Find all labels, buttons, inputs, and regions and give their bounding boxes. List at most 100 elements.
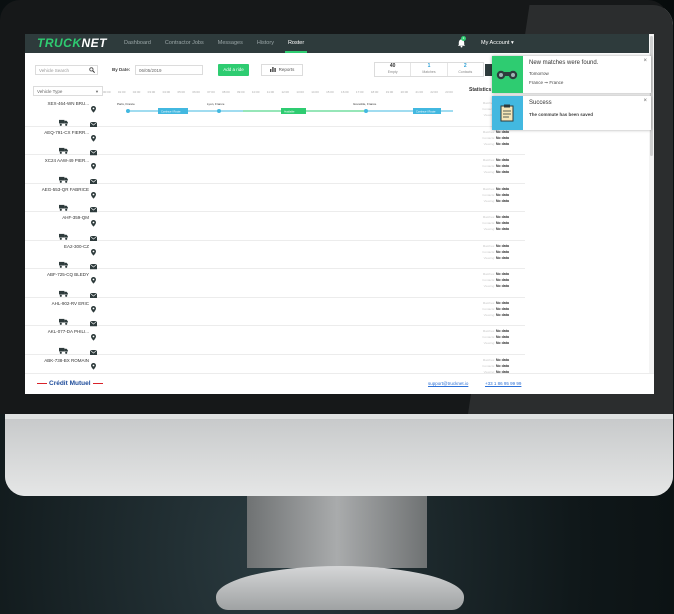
vehicle-name[interactable]: AHF-359-QM xyxy=(37,215,89,220)
row-stat-label: Contacts: xyxy=(482,278,495,282)
row-stat-value: No data xyxy=(495,329,509,333)
map-pin-icon[interactable] xyxy=(91,357,96,370)
date-input[interactable]: 06/05/2019 xyxy=(135,65,203,75)
truck-icon xyxy=(59,284,68,297)
add-ride-button[interactable]: Add a ride xyxy=(218,64,249,76)
map-pin-icon[interactable] xyxy=(91,243,96,256)
timeline-hours: 00:00 01:00 02:00 03:00 04:00 05:00 06:00 07:00… xyxy=(103,90,453,94)
vehicle-name[interactable]: AEQ-791-CX FIERR... xyxy=(37,130,89,135)
row-statistics: Matches: No dataContacts: No dataViewing… xyxy=(469,129,509,147)
row-stat-label: Matches: xyxy=(482,357,495,362)
mail-icon[interactable] xyxy=(89,200,98,213)
row-stat-label: Contacts: xyxy=(482,249,495,254)
mail-icon[interactable] xyxy=(89,171,98,184)
nav-links: Dashboard Contractor Jobs Messages Histo… xyxy=(117,34,311,53)
row-stat-label: Contacts: xyxy=(482,335,495,339)
nav-link-history[interactable]: History xyxy=(250,34,281,53)
stat-value: 1 xyxy=(427,63,431,69)
account-menu[interactable]: My Account ▾ xyxy=(481,34,514,53)
notification-when: Tomorrow xyxy=(529,71,549,76)
map-pin-icon[interactable] xyxy=(91,186,96,199)
search-icon[interactable] xyxy=(89,67,95,73)
row-stat-label: Matches: xyxy=(482,186,495,191)
statistics-header: Statistics xyxy=(469,87,492,93)
row-stat-value: No data xyxy=(495,306,509,311)
hour-tick: 21:00 xyxy=(415,90,423,94)
mail-icon[interactable] xyxy=(89,114,98,127)
bar-chart-icon xyxy=(269,67,276,73)
vehicle-row[interactable]: AHL-902-RV ERIC Matches: No data Contacts:… xyxy=(25,298,525,327)
logo-text: TRUCK xyxy=(37,36,82,50)
vehicle-rows: XEX-464-WN BRU... Paris, France Lyon, Fran… xyxy=(25,98,525,384)
map-pin-icon[interactable] xyxy=(91,328,96,341)
row-statistics: Matches: No dataContacts: No dataViewing… xyxy=(469,300,509,318)
row-stat-value: No data xyxy=(495,164,509,168)
vehicle-row[interactable]: ABF-725-CQ BLEDY Matches: No data Contacts… xyxy=(25,269,525,298)
row-stat-label: Viewing: xyxy=(483,170,495,174)
vehicle-row[interactable]: AHF-359-QM Matches: No data Contacts: No d… xyxy=(25,212,525,241)
vehicle-name[interactable]: ABF-725-CQ BLEDY xyxy=(37,272,89,277)
row-statistics: Matches: No dataContacts: No dataViewing… xyxy=(469,357,509,375)
notification-new-matches[interactable]: New matches were found. Tomorrow France … xyxy=(492,56,651,93)
hour-tick: 19:00 xyxy=(385,90,394,94)
map-pin-icon[interactable] xyxy=(91,129,96,142)
nav-link-roster[interactable]: Roster xyxy=(281,34,311,53)
nav-link-contractor-jobs[interactable]: Contractor Jobs xyxy=(158,34,211,53)
row-statistics: Matches: No dataContacts: No dataViewing… xyxy=(469,186,509,204)
nav-link-messages[interactable]: Messages xyxy=(211,34,250,53)
map-pin-icon[interactable] xyxy=(91,214,96,227)
notification-success[interactable]: Success The commute has been saved × xyxy=(492,96,651,130)
vehicle-row[interactable]: AKL-077-DA PHILI... Matches: No data Conta… xyxy=(25,326,525,355)
nav-link-dashboard[interactable]: Dashboard xyxy=(117,34,158,53)
mail-icon[interactable] xyxy=(89,257,98,270)
map-pin-icon[interactable] xyxy=(91,300,96,313)
row-stat-value: No data xyxy=(495,341,509,345)
route-timeline[interactable]: Paris, France Lyon, France Grenoble, Franc… xyxy=(103,98,453,125)
row-stat-label: Contacts: xyxy=(482,363,495,368)
reports-button[interactable]: Reports xyxy=(261,64,303,76)
row-statistics: Matches: No dataContacts: No dataViewing… xyxy=(469,157,509,175)
hour-tick: 22:00 xyxy=(430,90,438,94)
row-stat-line: Viewing: No data xyxy=(469,255,509,261)
row-stat-value: No data xyxy=(495,255,509,260)
map-pin-icon[interactable] xyxy=(91,271,96,284)
stat-matches: 1 Matches xyxy=(411,63,448,76)
row-stat-label: Matches: xyxy=(482,158,495,162)
vehicle-row[interactable]: EA2-300-CZ Matches: No data Contacts: No d… xyxy=(25,241,525,270)
mail-icon[interactable] xyxy=(89,342,98,355)
vehicle-name[interactable]: XC24 AAW-49 PIER... xyxy=(37,158,89,163)
mail-icon[interactable] xyxy=(89,143,98,156)
timeline-label: Grenoble, France xyxy=(353,102,377,106)
map-pin-icon[interactable] xyxy=(91,157,96,170)
vehicle-search-input[interactable]: Vehicle Search xyxy=(35,65,98,75)
vehicle-name[interactable]: AHL-902-RV ERIC xyxy=(37,301,89,306)
summary-stats: 40 Empty 1 Matches 2 Contacts xyxy=(374,62,484,77)
row-stat-label: Matches: xyxy=(482,329,495,333)
vehicle-row[interactable]: XEX-464-WN BRU... Paris, France Lyon, Fran… xyxy=(25,98,525,127)
row-stat-value: No data xyxy=(495,312,509,317)
row-stat-value: No data xyxy=(495,335,509,339)
vehicle-name[interactable]: AKL-077-DA PHILI... xyxy=(37,329,89,334)
mail-icon[interactable] xyxy=(89,314,98,327)
row-stat-value: No data xyxy=(495,198,509,203)
mail-icon[interactable] xyxy=(89,228,98,241)
trucknet-logo[interactable]: TRUCKNET xyxy=(37,36,107,50)
vehicle-name[interactable]: EA2-300-CZ xyxy=(37,244,89,249)
vehicle-name[interactable]: AEG-553-QR FABRICE xyxy=(37,187,89,192)
close-icon[interactable]: × xyxy=(643,58,647,64)
row-stat-value: No data xyxy=(495,227,509,231)
mail-icon[interactable] xyxy=(89,285,98,298)
hour-tick: 11:00 xyxy=(266,90,275,94)
bank-logo: Crédit Mutuel xyxy=(35,380,105,387)
vehicle-row[interactable]: AEQ-791-CX FIERR... Matches: No data Conta… xyxy=(25,127,525,156)
vehicle-row[interactable]: XC24 AAW-49 PIER... Matches: No data Conta… xyxy=(25,155,525,184)
row-stat-value: No data xyxy=(495,278,509,282)
close-icon[interactable]: × xyxy=(643,98,647,104)
phone-link[interactable]: +33 1 86 95 99 99 xyxy=(485,381,521,386)
support-email-link[interactable]: support@trucknet.io xyxy=(428,381,468,386)
vehicle-type-select[interactable]: Vehicle Type ▼ xyxy=(33,86,103,96)
vehicle-name[interactable]: ABK-738-BX ROMAIN xyxy=(37,358,89,363)
vehicle-row[interactable]: AEG-553-QR FABRICE Matches: No data Contac… xyxy=(25,184,525,213)
map-pin-icon[interactable] xyxy=(91,100,96,113)
vehicle-name[interactable]: XEX-464-WN BRU... xyxy=(37,101,89,106)
